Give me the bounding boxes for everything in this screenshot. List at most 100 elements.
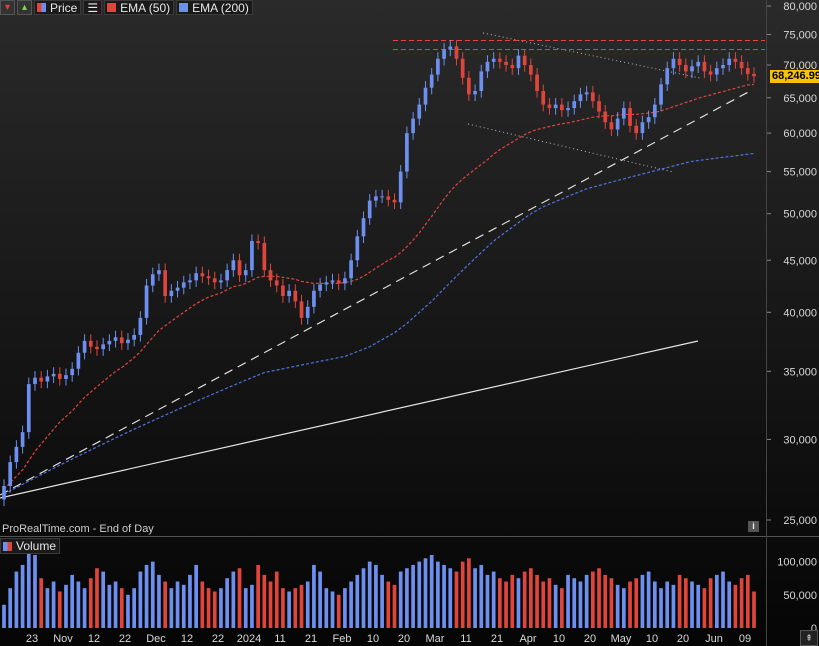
x-tick-label: 21 (491, 633, 503, 645)
x-tick-label: Feb (333, 633, 352, 645)
volume-bar (398, 571, 403, 628)
y-tick-label: 75,000 (783, 30, 817, 42)
candle-body (727, 58, 732, 66)
candle-body (101, 344, 106, 350)
x-tick-label: 09 (739, 633, 751, 645)
volume-bar (219, 588, 223, 628)
volume-bar (671, 584, 676, 628)
volume-bar (448, 568, 453, 628)
candle-body (646, 117, 651, 123)
toolbar-down-icon[interactable]: ▾ (0, 0, 15, 15)
candle-body (535, 74, 539, 92)
legend-price[interactable]: Price (34, 0, 82, 15)
candle-body (423, 87, 428, 105)
price-chart[interactable]: 80,00075,00070,00065,00060,00055,00050,0… (0, 0, 819, 646)
candle-body (330, 280, 335, 283)
volume-bar (175, 581, 180, 628)
volume-bar (690, 581, 694, 628)
candle-body (219, 280, 223, 283)
candle-body (460, 58, 465, 78)
volume-bar (467, 558, 471, 628)
candle-body (628, 108, 632, 126)
volume-bar (26, 548, 31, 628)
candle-body (318, 284, 322, 291)
candle-body (609, 122, 614, 130)
volume-bar (88, 578, 93, 628)
candle-body (615, 118, 620, 130)
support-trendline (0, 340, 699, 499)
volume-bar (454, 571, 459, 628)
candle-body (745, 68, 750, 74)
volume-bar (547, 578, 552, 628)
volume-bar (64, 584, 68, 628)
volume-bar (51, 581, 56, 628)
volume-bar (200, 581, 205, 628)
x-tick-label: 21 (305, 633, 317, 645)
candle-body (696, 61, 701, 67)
volume-bar (150, 561, 155, 628)
volume-bar (436, 561, 440, 628)
candle-body (126, 339, 130, 344)
volume-bar (132, 588, 137, 628)
volume-bar (138, 571, 143, 628)
legend-ema200[interactable]: EMA (200) (176, 0, 253, 15)
candle-body (64, 375, 68, 379)
volume-bar (231, 571, 236, 628)
candle-body (392, 199, 397, 203)
candle-body (491, 58, 496, 62)
x-tick-label: 10 (646, 633, 658, 645)
candle-body (479, 71, 484, 92)
volume-bar (590, 571, 595, 628)
x-tick-label: 20 (398, 633, 410, 645)
candle-body (436, 58, 440, 75)
volume-tick-label: 50,000 (783, 590, 817, 602)
candle-body (714, 68, 719, 75)
candle-body (522, 55, 527, 66)
volume-bar (181, 584, 186, 628)
legend-ema50[interactable]: EMA (50) (104, 0, 175, 15)
candle-body (113, 337, 118, 341)
volume-bar (274, 571, 279, 628)
legend-menu[interactable]: ☰ (83, 0, 103, 15)
last-price-tag: 68,246.99 (770, 70, 819, 83)
candle-body (683, 65, 688, 72)
volume-legend[interactable]: Volume (0, 538, 61, 554)
candle-body (76, 352, 81, 369)
candle-body (299, 301, 304, 318)
candle-body (361, 218, 366, 237)
candle-body (671, 58, 676, 69)
candle-body (287, 290, 291, 297)
volume-bar (529, 568, 533, 628)
volume-bar (473, 568, 477, 628)
candle-body (45, 376, 50, 382)
volume-bar (491, 571, 496, 628)
scroll-to-latest-icon[interactable]: ⇞ (800, 630, 818, 646)
volume-bar (603, 574, 608, 628)
info-icon[interactable]: i (748, 521, 759, 532)
y-tick-label: 80,000 (783, 1, 817, 13)
candle-body (95, 346, 99, 350)
toolbar-up-icon[interactable]: ▴ (17, 0, 32, 15)
volume-bar (479, 564, 484, 628)
candle-body (739, 61, 744, 69)
volume-bar (708, 578, 713, 628)
volume-bar (516, 578, 521, 628)
candle-body (88, 340, 93, 347)
candle-body (603, 111, 608, 123)
candle-body (33, 377, 37, 385)
volume-bar (752, 591, 756, 628)
volume-bar (727, 581, 732, 628)
volume-bar (188, 574, 192, 628)
candle-body (188, 280, 192, 283)
candle-body (268, 270, 273, 281)
y-tick-label: 40,000 (783, 307, 817, 319)
ema200-line (3, 152, 755, 495)
candle-body (634, 125, 639, 134)
y-tick-label: 25,000 (783, 515, 817, 527)
volume-bar (621, 588, 626, 628)
x-tick-label: 11 (274, 633, 285, 645)
candle-body (8, 462, 13, 486)
volume-bar (343, 588, 347, 628)
candle-body (39, 377, 44, 382)
menu-icon: ☰ (87, 0, 99, 15)
